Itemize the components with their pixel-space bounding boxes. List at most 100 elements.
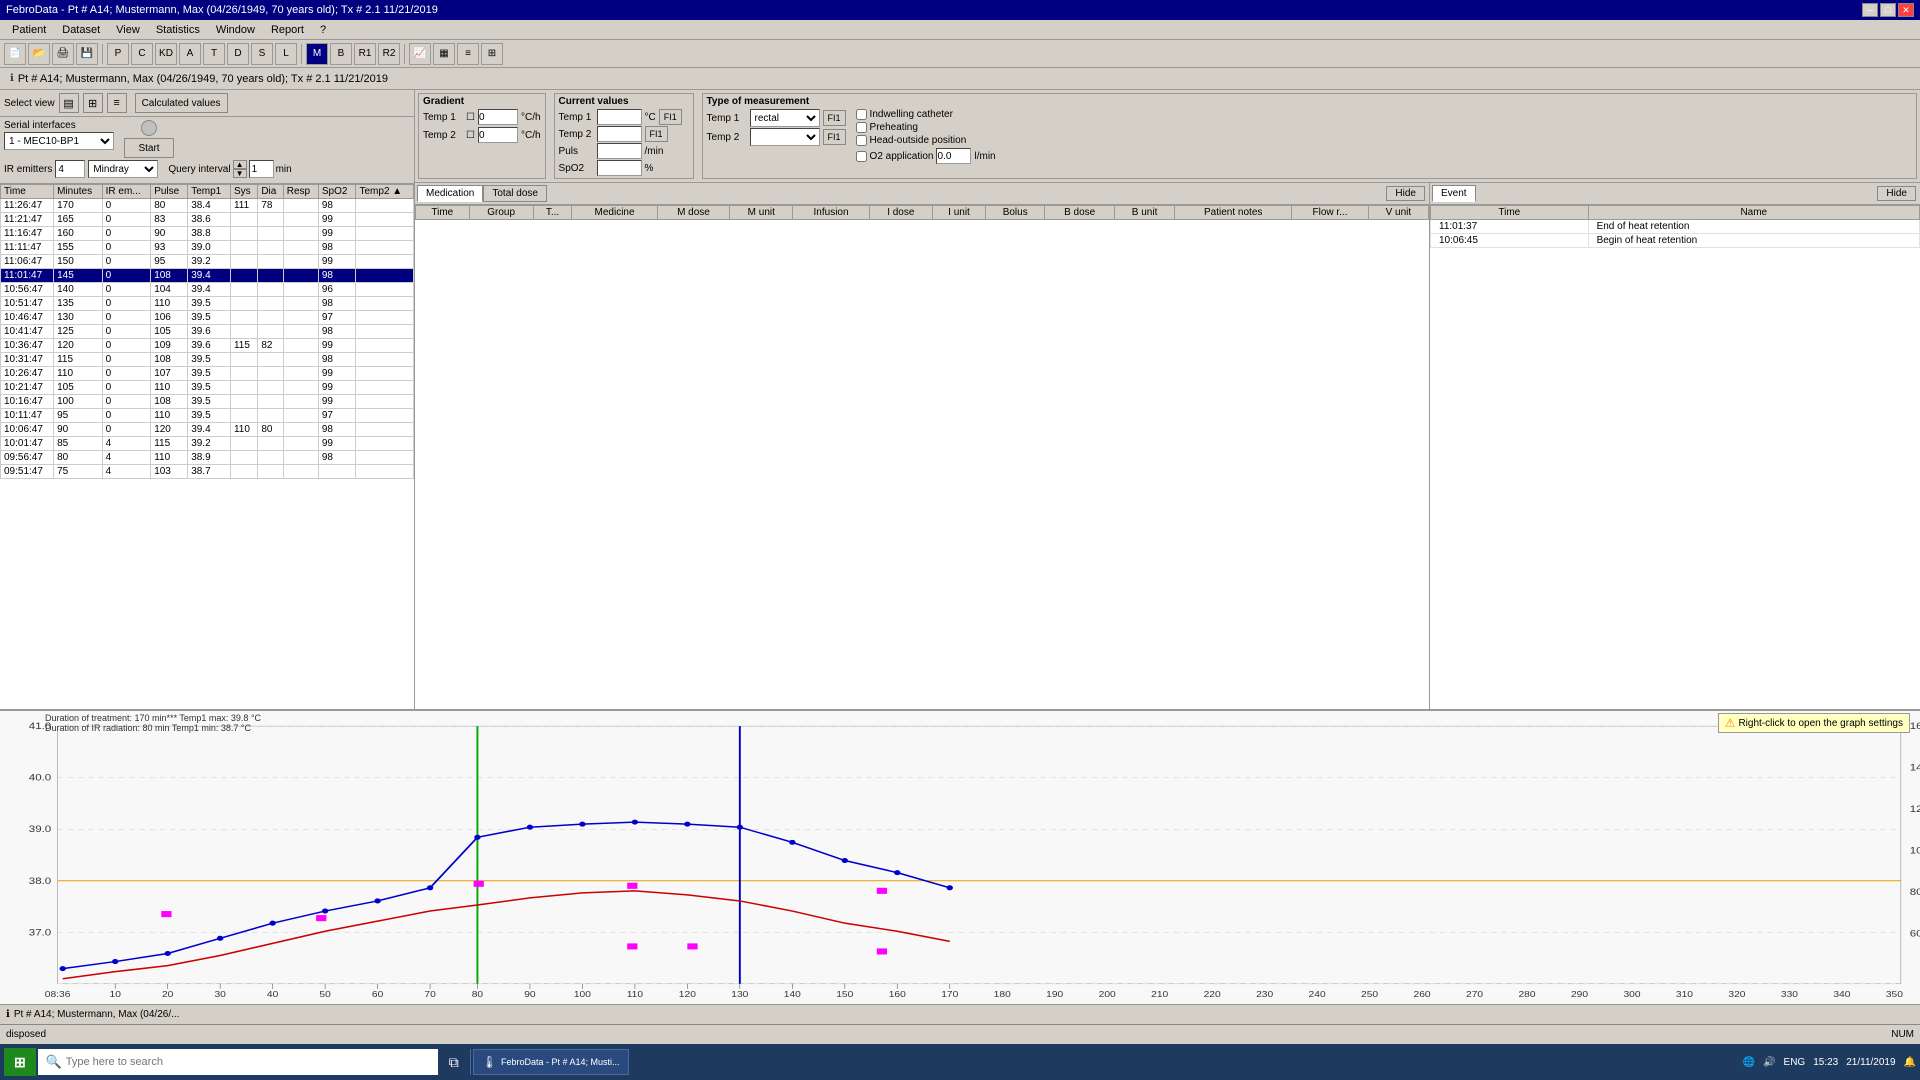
event-row[interactable]: 10:06:45Begin of heat retention <box>1431 234 1920 248</box>
table-row[interactable]: 10:31:47115010839.598 <box>1 353 414 367</box>
table-row[interactable]: 10:21:47105011039.599 <box>1 381 414 395</box>
cv-spo2-input[interactable] <box>597 160 642 176</box>
toolbar-open[interactable]: 📂 <box>28 43 50 65</box>
table-row[interactable]: 10:01:4785411539.299 <box>1 437 414 451</box>
medication-hide-button[interactable]: Hide <box>1386 186 1425 201</box>
tom-fi1-btn2[interactable]: FI1 <box>823 129 846 145</box>
toolbar-t[interactable]: T <box>203 43 225 65</box>
svg-text:30: 30 <box>214 990 225 999</box>
query-spin-down[interactable]: ▼ <box>233 169 247 178</box>
toolbar-r1[interactable]: R1 <box>354 43 376 65</box>
table-row[interactable]: 11:11:4715509339.098 <box>1 241 414 255</box>
table-row[interactable]: 10:26:47110010739.599 <box>1 367 414 381</box>
task-view-button[interactable]: ⧉ <box>440 1048 468 1076</box>
start-button[interactable]: Start <box>124 138 174 158</box>
main-toolbar: 📄 📂 🖨 💾 P C KD A T D S L M B R1 R2 📈 ▦ ≡… <box>0 40 1920 68</box>
toolbar-chart3[interactable]: ≡ <box>457 43 479 65</box>
toolbar-c[interactable]: C <box>131 43 153 65</box>
maximize-button[interactable]: □ <box>1880 3 1896 17</box>
table-row[interactable]: 11:16:4716009038.899 <box>1 227 414 241</box>
svg-text:100: 100 <box>574 990 591 999</box>
event-table-container[interactable]: Time Name 11:01:37End of heat retention1… <box>1430 205 1920 709</box>
cv-puls-input[interactable] <box>597 143 642 159</box>
fi1-btn-1[interactable]: FI1 <box>659 109 682 125</box>
table-row[interactable]: 10:51:47135011039.598 <box>1 297 414 311</box>
table-row[interactable]: 10:16:47100010839.599 <box>1 395 414 409</box>
table-cell: 99 <box>318 395 356 409</box>
menu-patient[interactable]: Patient <box>4 22 54 38</box>
o2-check[interactable] <box>856 151 867 162</box>
menu-window[interactable]: Window <box>208 22 263 38</box>
minimize-button[interactable]: ─ <box>1862 3 1878 17</box>
toolbar-kd[interactable]: KD <box>155 43 177 65</box>
gradient-temp2-input[interactable] <box>478 127 518 143</box>
gradient-temp1-input[interactable] <box>478 109 518 125</box>
toolbar-chart1[interactable]: 📈 <box>409 43 431 65</box>
toolbar-print[interactable]: 🖨 <box>52 43 74 65</box>
table-cell <box>356 451 414 465</box>
data-table-container[interactable]: Time Minutes IR em... Pulse Temp1 Sys Di… <box>0 184 414 709</box>
table-row[interactable]: 10:46:47130010639.597 <box>1 311 414 325</box>
table-cell: 99 <box>318 227 356 241</box>
total-dose-tab[interactable]: Total dose <box>483 185 547 202</box>
table-row[interactable]: 10:36:47120010939.61158299 <box>1 339 414 353</box>
toolbar-d[interactable]: D <box>227 43 249 65</box>
start-button[interactable]: ⊞ <box>4 1048 36 1076</box>
toolbar-a[interactable]: A <box>179 43 201 65</box>
table-row[interactable]: 09:51:4775410338.7 <box>1 465 414 479</box>
mindray-select[interactable]: Mindray <box>88 160 158 178</box>
toolbar-b[interactable]: B <box>330 43 352 65</box>
table-row[interactable]: 10:56:47140010439.496 <box>1 283 414 297</box>
menu-report[interactable]: Report <box>263 22 312 38</box>
serial-select[interactable]: 1 - MEC10-BP1 <box>4 132 114 150</box>
table-row[interactable]: 10:06:4790012039.41108098 <box>1 423 414 437</box>
table-row[interactable]: 11:21:4716508338.699 <box>1 213 414 227</box>
table-row[interactable]: 10:41:47125010539.698 <box>1 325 414 339</box>
medication-tab[interactable]: Medication <box>417 185 483 202</box>
taskbar-search-input[interactable] <box>38 1049 438 1075</box>
tom-fi1-btn[interactable]: FI1 <box>823 110 846 126</box>
toolbar-s[interactable]: S <box>251 43 273 65</box>
table-row[interactable]: 10:11:4795011039.597 <box>1 409 414 423</box>
toolbar-r2[interactable]: R2 <box>378 43 400 65</box>
fi1-btn-2[interactable]: FI1 <box>645 126 668 142</box>
toolbar-m[interactable]: M <box>306 43 328 65</box>
menu-statistics[interactable]: Statistics <box>148 22 208 38</box>
toolbar-new[interactable]: 📄 <box>4 43 26 65</box>
cv-temp1-input[interactable] <box>597 109 642 125</box>
ir-emitters-input[interactable] <box>55 160 85 178</box>
menu-view[interactable]: View <box>108 22 148 38</box>
toolbar-p[interactable]: P <box>107 43 129 65</box>
indwelling-catheter-check[interactable] <box>856 109 867 120</box>
graph-svg[interactable]: 41.0 40.0 39.0 38.0 37.0 160 140 120 100… <box>0 711 1920 1004</box>
event-tab[interactable]: Event <box>1432 185 1476 202</box>
menu-help[interactable]: ? <box>312 22 334 38</box>
view-grid-icon[interactable]: ⊞ <box>83 93 103 113</box>
table-row[interactable]: 09:56:4780411038.998 <box>1 451 414 465</box>
menu-dataset[interactable]: Dataset <box>54 22 108 38</box>
tom-temp2-select[interactable] <box>750 128 820 146</box>
table-row[interactable]: 11:01:47145010839.498 <box>1 269 414 283</box>
view-table-icon[interactable]: ▤ <box>59 93 79 113</box>
svg-text:270: 270 <box>1466 990 1483 999</box>
toolbar-chart4[interactable]: ⊞ <box>481 43 503 65</box>
view-list-icon[interactable]: ≡ <box>107 93 127 113</box>
event-row[interactable]: 11:01:37End of heat retention <box>1431 220 1920 234</box>
toolbar-save[interactable]: 💾 <box>76 43 98 65</box>
table-row[interactable]: 11:06:4715009539.299 <box>1 255 414 269</box>
cv-temp2-input[interactable] <box>597 126 642 142</box>
head-outside-check[interactable] <box>856 135 867 146</box>
query-interval-input[interactable] <box>249 160 274 178</box>
o2-value[interactable] <box>936 148 971 164</box>
taskbar-app-febro[interactable]: 🌡 FebroData - Pt # A14; Musti... <box>473 1049 629 1075</box>
calculated-values-button[interactable]: Calculated values <box>135 93 228 113</box>
close-button[interactable]: ✕ <box>1898 3 1914 17</box>
preheating-check[interactable] <box>856 122 867 133</box>
event-hide-button[interactable]: Hide <box>1877 186 1916 201</box>
query-spin-up[interactable]: ▲ <box>233 160 247 169</box>
tom-temp1-select[interactable]: rectal <box>750 109 820 127</box>
table-row[interactable]: 11:26:4717008038.41117898 <box>1 199 414 213</box>
toolbar-chart2[interactable]: ▦ <box>433 43 455 65</box>
medication-table-container[interactable]: Time Group T... Medicine M dose M unit I… <box>415 205 1429 709</box>
toolbar-l[interactable]: L <box>275 43 297 65</box>
